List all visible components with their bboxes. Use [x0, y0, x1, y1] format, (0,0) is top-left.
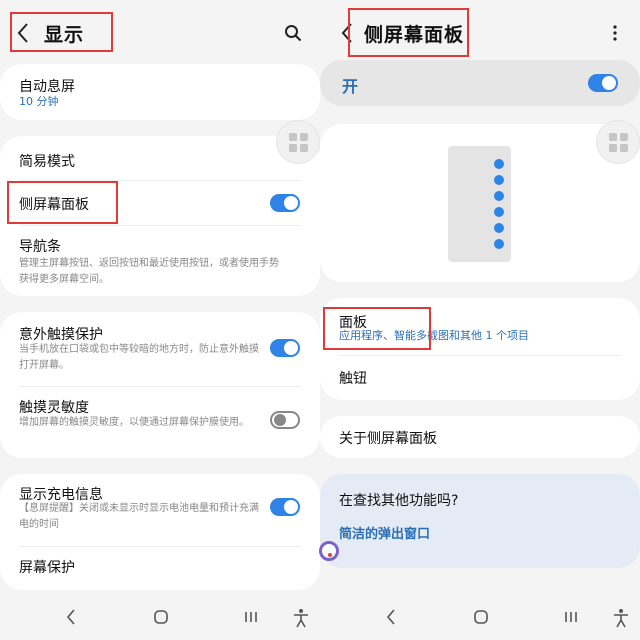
navigation-bar	[0, 596, 320, 640]
header: 侧屏幕面板	[320, 0, 640, 62]
header: 显示	[0, 0, 320, 62]
card-charging: 显示充电信息 【息屏提醒】关闭或未显示时显示电池电量和预计充满电的时间 屏幕保护	[0, 474, 320, 590]
panels-settings-card: 面板 应用程序、智能多截图和其他 1 个项目 触钮	[320, 298, 640, 400]
edge-panels-master-toggle[interactable]	[588, 74, 618, 92]
accessibility-icon[interactable]	[293, 608, 309, 628]
page-title: 侧屏幕面板	[364, 24, 465, 46]
navigation-bar-row[interactable]: 导航条 管理主屏幕按钮、返回按钮和最近使用按钮，或者使用手势获得更多屏幕空间。	[0, 226, 320, 296]
accidental-touch-row[interactable]: 意外触摸保护 当手机放在口袋或包中等较暗的地方时，防止意外触摸打开屏幕。	[0, 312, 320, 384]
touch-sensitivity-row[interactable]: 触摸灵敏度 增加屏幕的触摸灵敏度，以便通过屏幕保护膜使用。	[0, 388, 320, 458]
grid-icon[interactable]	[596, 120, 640, 164]
toggle-knob	[284, 341, 298, 355]
edge-panel-handle[interactable]	[319, 541, 339, 561]
accessibility-icon[interactable]	[613, 608, 629, 628]
charging-info-row[interactable]: 显示充电信息 【息屏提醒】关闭或未显示时显示电池电量和预计充满电的时间	[0, 474, 320, 544]
master-switch-bar[interactable]: 开	[320, 60, 640, 106]
row-title: 触钮	[339, 371, 367, 387]
looking-for-card: 在查找其他功能吗? 简洁的弹出窗口	[320, 474, 640, 568]
back-icon[interactable]	[340, 22, 354, 44]
preview-card	[320, 124, 640, 282]
row-title: 自动息屏	[19, 79, 75, 95]
row-description: 【息屏提醒】关闭或未显示时显示电池电量和预计充满电的时间	[19, 503, 259, 530]
row-description: 当手机放在口袋或包中等较暗的地方时，防止意外触摸打开屏幕。	[19, 344, 259, 371]
grid-icon[interactable]	[276, 120, 320, 164]
row-title: 简易模式	[19, 154, 75, 170]
edge-panels-screen: 侧屏幕面板 开 面板 应用程序、智能多截图和其他 1 个项目 触钮 关于侧屏幕面…	[320, 0, 640, 640]
about-card[interactable]: 关于侧屏幕面板	[320, 416, 640, 458]
toggle-knob	[284, 196, 298, 210]
more-options-icon[interactable]	[612, 24, 618, 42]
edge-handle-dots	[494, 159, 504, 249]
row-title: 触摸灵敏度	[19, 400, 89, 416]
display-settings-screen: 显示 自动息屏 10 分钟 简易模式 侧屏幕面板 导航条 管理主屏幕按钮、返回按…	[0, 0, 320, 640]
edge-panels-toggle[interactable]	[270, 194, 300, 212]
toggle-knob	[602, 76, 616, 90]
screensaver-row[interactable]: 屏幕保护	[0, 547, 320, 590]
nav-home-icon[interactable]	[473, 608, 489, 626]
card-screen-timeout: 自动息屏 10 分钟	[0, 64, 320, 120]
popup-window-link[interactable]: 简洁的弹出窗口	[339, 523, 430, 542]
search-icon[interactable]	[284, 24, 302, 42]
navigation-bar	[320, 596, 640, 640]
row-title: 屏幕保护	[19, 560, 75, 576]
touch-sensitivity-toggle[interactable]	[270, 411, 300, 429]
edge-panels-row[interactable]: 侧屏幕面板	[0, 181, 320, 225]
row-title: 导航条	[19, 239, 61, 255]
nav-home-icon[interactable]	[153, 608, 169, 626]
about-edge-panels: 关于侧屏幕面板	[339, 431, 437, 447]
looking-for-title: 在查找其他功能吗?	[339, 493, 459, 509]
row-description: 增加屏幕的触摸灵敏度，以便通过屏幕保护膜使用。	[19, 417, 249, 428]
row-title: 侧屏幕面板	[19, 197, 89, 213]
toggle-knob	[284, 500, 298, 514]
row-value: 应用程序、智能多截图和其他 1 个项目	[339, 329, 529, 342]
toggle-knob	[274, 414, 286, 426]
auto-screen-off-row[interactable]: 自动息屏 10 分钟	[0, 64, 320, 120]
card-display-features: 简易模式 侧屏幕面板 导航条 管理主屏幕按钮、返回按钮和最近使用按钮，或者使用手…	[0, 136, 320, 296]
row-value: 10 分钟	[19, 95, 59, 108]
handle-dot	[328, 553, 332, 557]
page-title: 显示	[44, 24, 85, 46]
divider	[19, 386, 301, 387]
nav-back-icon[interactable]	[65, 608, 77, 626]
card-touch: 意外触摸保护 当手机放在口袋或包中等较暗的地方时，防止意外触摸打开屏幕。 触摸灵…	[0, 312, 320, 458]
master-switch-label: 开	[342, 77, 359, 96]
nav-back-icon[interactable]	[385, 608, 397, 626]
accidental-touch-toggle[interactable]	[270, 339, 300, 357]
nav-recents-icon[interactable]	[244, 608, 258, 626]
row-title: 意外触摸保护	[19, 327, 103, 343]
handle-row[interactable]: 触钮	[320, 356, 640, 400]
easy-mode-row[interactable]: 简易模式	[0, 136, 320, 180]
nav-recents-icon[interactable]	[564, 608, 578, 626]
panels-row[interactable]: 面板 应用程序、智能多截图和其他 1 个项目	[320, 298, 640, 356]
row-description: 管理主屏幕按钮、返回按钮和最近使用按钮，或者使用手势获得更多屏幕空间。	[19, 258, 279, 285]
charging-info-toggle[interactable]	[270, 498, 300, 516]
back-icon[interactable]	[16, 22, 30, 44]
